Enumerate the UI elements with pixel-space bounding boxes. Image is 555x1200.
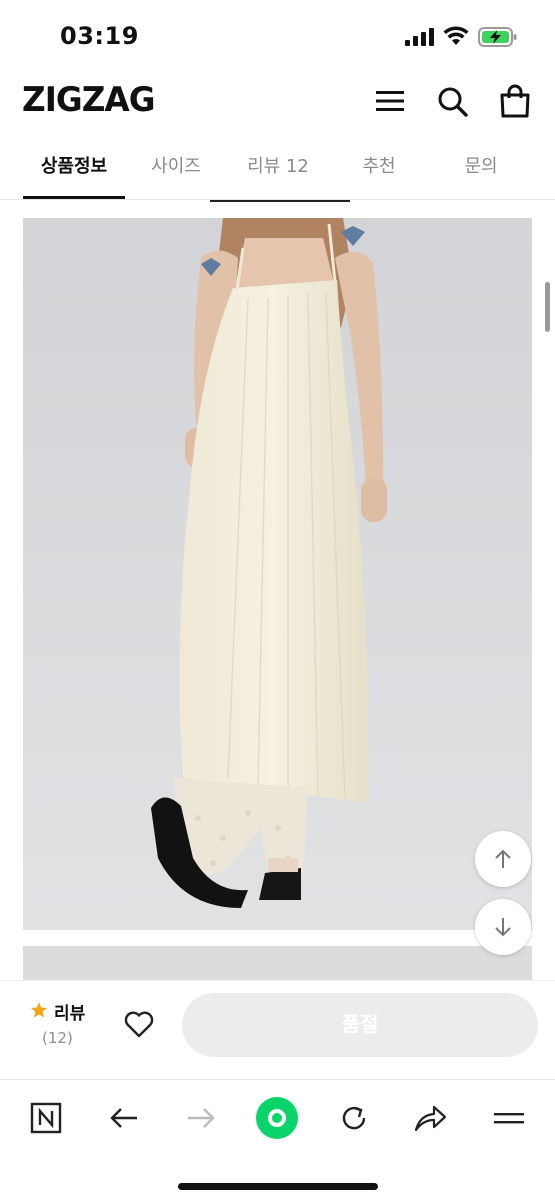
home-indicator[interactable] bbox=[178, 1183, 378, 1190]
tab-inquiry[interactable]: 문의 bbox=[430, 152, 532, 178]
menu-lines-icon bbox=[494, 1113, 524, 1124]
zigzag-logo[interactable]: ZIGZAG bbox=[22, 80, 156, 120]
reload-icon bbox=[342, 1106, 366, 1130]
review-label[interactable]: 리뷰 bbox=[54, 999, 85, 1024]
shopping-bag-icon[interactable] bbox=[498, 84, 532, 118]
naver-button[interactable] bbox=[24, 1096, 68, 1140]
sold-out-button[interactable]: 품절 bbox=[182, 993, 538, 1057]
scroll-down-button[interactable] bbox=[475, 899, 531, 955]
scroll-up-button[interactable] bbox=[475, 831, 531, 887]
product-tabs: 상품정보 사이즈 리뷰 12 추천 문의 bbox=[0, 138, 555, 200]
more-menu-button[interactable] bbox=[487, 1096, 531, 1140]
search-icon[interactable] bbox=[435, 84, 469, 118]
reload-button[interactable] bbox=[332, 1096, 376, 1140]
star-icon bbox=[31, 1002, 47, 1018]
status-time: 03:19 bbox=[60, 22, 139, 50]
green-home-button[interactable] bbox=[255, 1096, 299, 1140]
forward-button[interactable] bbox=[179, 1096, 223, 1140]
status-bar: 03:19 bbox=[0, 0, 555, 72]
share-icon bbox=[414, 1105, 447, 1132]
browser-toolbar bbox=[0, 1079, 555, 1200]
model-illustration bbox=[23, 218, 532, 930]
active-tab-indicator bbox=[23, 196, 125, 199]
tab-recommend[interactable]: 추천 bbox=[328, 152, 430, 178]
tab-size[interactable]: 사이즈 bbox=[125, 152, 227, 178]
screen: 03:19 ZIGZAG 상품정보 사이즈 리뷰 12 추천 문의 리뷰 (12… bbox=[0, 0, 555, 1200]
back-arrow-icon bbox=[110, 1108, 137, 1128]
tab-product-info[interactable]: 상품정보 bbox=[23, 152, 125, 178]
green-home-icon bbox=[256, 1097, 298, 1139]
next-product-photo bbox=[23, 946, 532, 980]
heart-icon[interactable] bbox=[123, 1009, 155, 1039]
purchase-bar: 리뷰 (12) 품절 bbox=[0, 980, 555, 1078]
scrollbar[interactable] bbox=[545, 282, 550, 332]
naver-n-icon bbox=[30, 1102, 62, 1134]
app-header: ZIGZAG bbox=[0, 72, 555, 138]
back-button[interactable] bbox=[102, 1096, 146, 1140]
wifi-icon bbox=[443, 26, 469, 45]
product-photo bbox=[23, 218, 532, 930]
tab-reviews[interactable]: 리뷰 12 bbox=[227, 152, 329, 178]
forward-arrow-icon bbox=[188, 1108, 215, 1128]
review-count: (12) bbox=[42, 1029, 73, 1047]
menu-icon[interactable] bbox=[373, 84, 407, 118]
arrow-down-icon bbox=[495, 918, 511, 937]
arrow-up-icon bbox=[495, 849, 511, 868]
image-seam bbox=[210, 200, 350, 202]
share-button[interactable] bbox=[409, 1096, 453, 1140]
signal-icon bbox=[405, 28, 434, 46]
battery-charging-icon bbox=[478, 27, 517, 47]
